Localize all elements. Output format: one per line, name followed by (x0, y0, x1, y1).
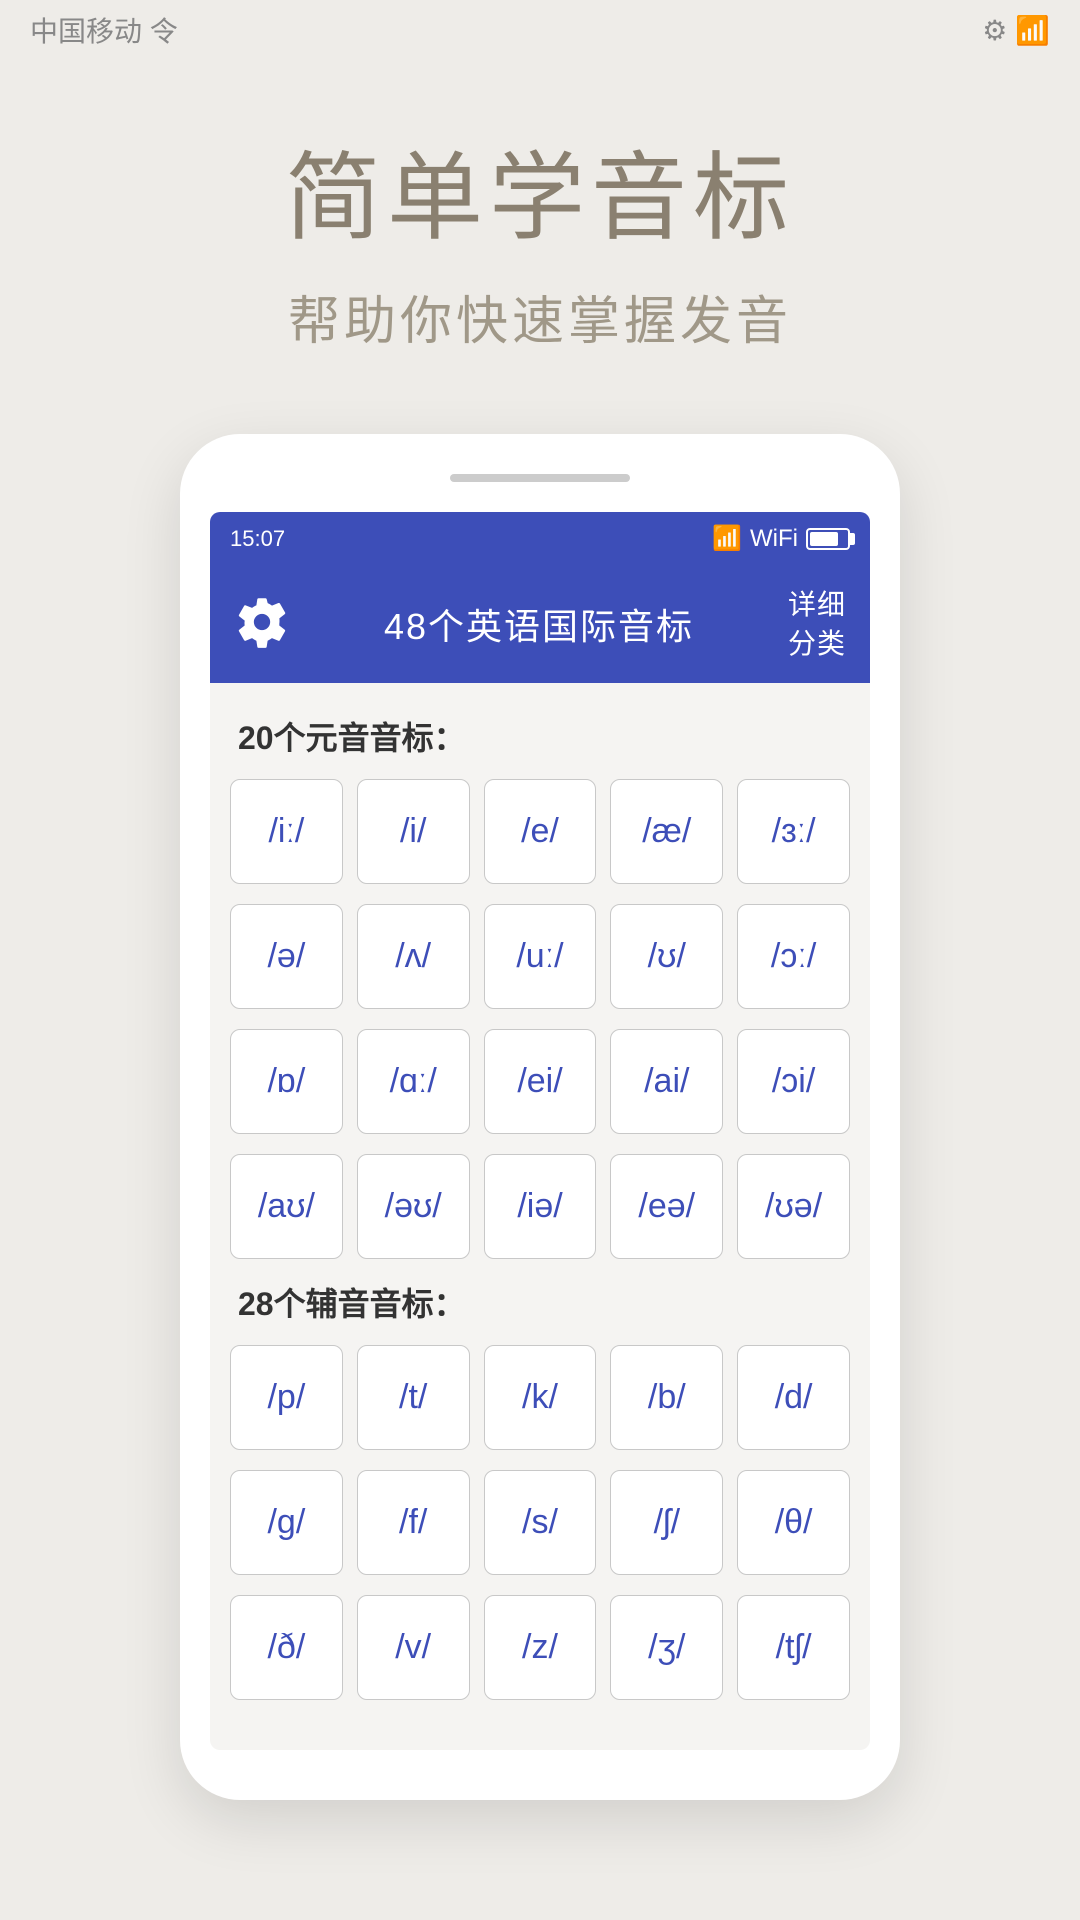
phoneme-ʌ[interactable]: /ʌ/ (357, 904, 470, 1009)
consonant-row-3: /ð/ /v/ /z/ /ʒ/ /tʃ/ (230, 1595, 850, 1700)
consonant-row-2: /g/ /f/ /s/ /ʃ/ /θ/ (230, 1470, 850, 1575)
phoneme-ə[interactable]: /ə/ (230, 904, 343, 1009)
gear-button[interactable] (234, 594, 290, 655)
phone-status-bar: 15:07 📶 WiFi (210, 512, 870, 565)
phone-status-icons: 📶 WiFi (712, 524, 850, 553)
phone-time: 15:07 (230, 526, 285, 552)
header-section: 简单学音标 帮助你快速掌握发音 (285, 120, 795, 354)
consonants-section-header: 28个辅音音标： (238, 1279, 850, 1325)
phoneme-ɔi[interactable]: /ɔi/ (737, 1029, 850, 1134)
phoneme-ɔː[interactable]: /ɔː/ (737, 904, 850, 1009)
phoneme-iː[interactable]: /iː/ (230, 779, 343, 884)
phoneme-g[interactable]: /g/ (230, 1470, 343, 1575)
signal-icon: 📶 (712, 524, 742, 553)
phoneme-iə[interactable]: /iə/ (484, 1154, 597, 1259)
phoneme-ʃ[interactable]: /ʃ/ (610, 1470, 723, 1575)
phoneme-b[interactable]: /b/ (610, 1345, 723, 1450)
phoneme-ai[interactable]: /ai/ (610, 1029, 723, 1134)
phoneme-əʊ[interactable]: /əʊ/ (357, 1154, 470, 1259)
phoneme-aʊ[interactable]: /aʊ/ (230, 1154, 343, 1259)
phoneme-ei[interactable]: /ei/ (484, 1029, 597, 1134)
phoneme-ʒ[interactable]: /ʒ/ (610, 1595, 723, 1700)
vowels-section-header: 20个元音音标： (238, 713, 850, 759)
phoneme-s[interactable]: /s/ (484, 1470, 597, 1575)
phoneme-p[interactable]: /p/ (230, 1345, 343, 1450)
phoneme-ɒ[interactable]: /ɒ/ (230, 1029, 343, 1134)
system-status-bar: 中国移动 令 ⚙ 📶 (0, 0, 1080, 60)
phoneme-eə[interactable]: /eə/ (610, 1154, 723, 1259)
phoneme-θ[interactable]: /θ/ (737, 1470, 850, 1575)
app-title-bar: 48个英语国际音标 详细 分类 (210, 565, 870, 683)
carrier-info: 中国移动 令 (30, 10, 178, 50)
battery-icon (806, 528, 850, 550)
phoneme-uː[interactable]: /uː/ (484, 904, 597, 1009)
phoneme-v[interactable]: /v/ (357, 1595, 470, 1700)
phoneme-tʃ[interactable]: /tʃ/ (737, 1595, 850, 1700)
main-title: 简单学音标 (285, 120, 795, 259)
phoneme-ɜː[interactable]: /ɜː/ (737, 779, 850, 884)
vowel-row-2: /ə/ /ʌ/ /uː/ /ʊ/ /ɔː/ (230, 904, 850, 1009)
consonants-section: 28个辅音音标： /p/ /t/ /k/ /b/ /d/ /g/ /f/ /s/… (230, 1279, 850, 1700)
sub-title: 帮助你快速掌握发音 (285, 279, 795, 354)
app-title-text: 48个英语国际音标 (384, 598, 694, 650)
detail-btn[interactable]: 详细 分类 (788, 585, 846, 663)
page-background: 中国移动 令 ⚙ 📶 简单学音标 帮助你快速掌握发音 15:07 📶 WiFi (0, 0, 1080, 1920)
phoneme-æ[interactable]: /æ/ (610, 779, 723, 884)
vowel-row-3: /ɒ/ /ɑː/ /ei/ /ai/ /ɔi/ (230, 1029, 850, 1134)
phoneme-ɑː[interactable]: /ɑː/ (357, 1029, 470, 1134)
phoneme-d[interactable]: /d/ (737, 1345, 850, 1450)
phoneme-k[interactable]: /k/ (484, 1345, 597, 1450)
consonant-row-1: /p/ /t/ /k/ /b/ /d/ (230, 1345, 850, 1450)
phoneme-z[interactable]: /z/ (484, 1595, 597, 1700)
phoneme-ʊə[interactable]: /ʊə/ (737, 1154, 850, 1259)
phoneme-ð[interactable]: /ð/ (230, 1595, 343, 1700)
system-icons: ⚙ 📶 (982, 14, 1050, 47)
phoneme-t[interactable]: /t/ (357, 1345, 470, 1450)
phone-content: 20个元音音标： /iː/ /i/ /e/ /æ/ /ɜː/ /ə/ /ʌ/ /… (210, 683, 870, 1750)
phoneme-i[interactable]: /i/ (357, 779, 470, 884)
phoneme-f[interactable]: /f/ (357, 1470, 470, 1575)
vowel-row-4: /aʊ/ /əʊ/ /iə/ /eə/ /ʊə/ (230, 1154, 850, 1259)
phoneme-e[interactable]: /e/ (484, 779, 597, 884)
vowel-row-1: /iː/ /i/ /e/ /æ/ /ɜː/ (230, 779, 850, 884)
phone-notch (450, 474, 630, 482)
phone-mockup: 15:07 📶 WiFi 48个英语国际音标 详细 分类 2 (180, 434, 900, 1800)
wifi-icon: WiFi (750, 525, 798, 553)
phoneme-ʊ[interactable]: /ʊ/ (610, 904, 723, 1009)
